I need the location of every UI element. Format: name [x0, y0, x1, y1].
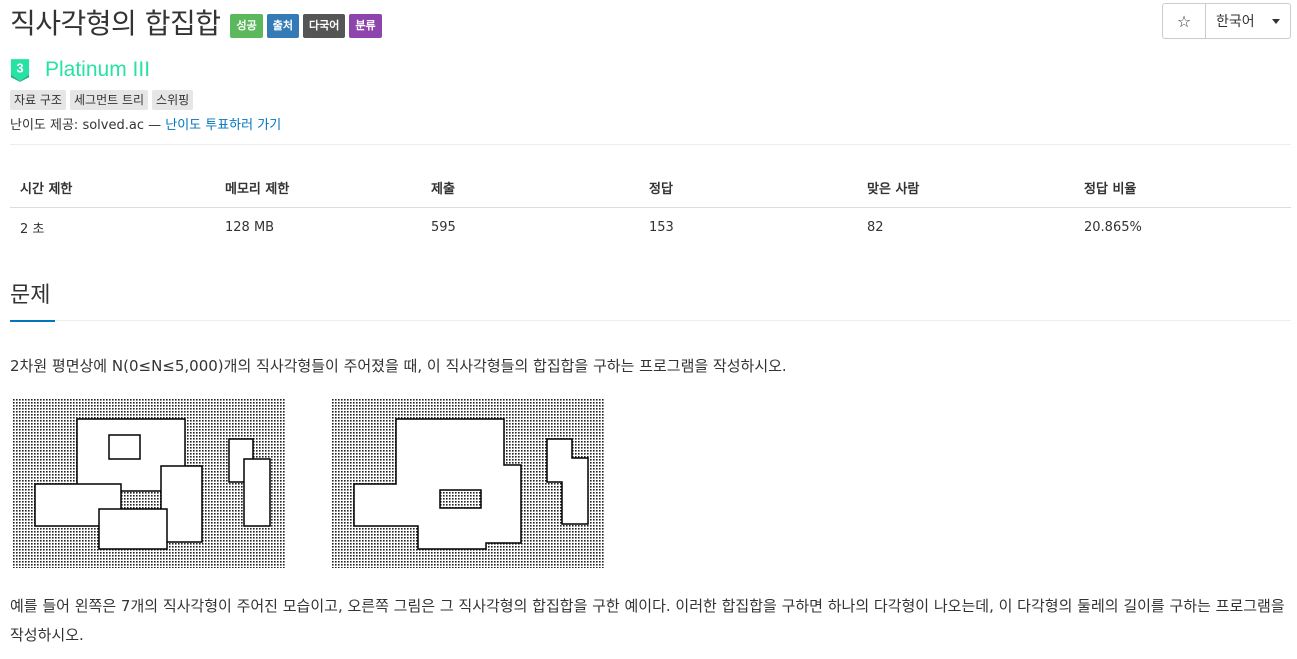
accepted-value[interactable]: 153 [639, 208, 857, 248]
section-divider [10, 320, 1291, 321]
tier-icon: 3 [10, 59, 30, 82]
header-solved-users: 맞은 사람 [857, 168, 1074, 208]
badge-success[interactable]: 성공 [230, 14, 263, 38]
badge-category[interactable]: 분류 [349, 14, 382, 38]
figure-rectangles [13, 399, 285, 568]
difficulty-provider: 난이도 제공: solved.ac — 난이도 투표하러 가기 [10, 114, 281, 133]
tag-data-structure[interactable]: 자료 구조 [10, 90, 66, 110]
badge-multilang[interactable]: 다국어 [302, 14, 346, 38]
problem-header: 직사각형의 합집합 성공 출처 다국어 분류 [10, 6, 382, 42]
section-heading: 문제 [10, 283, 51, 308]
solved-users-value[interactable]: 82 [857, 208, 1074, 248]
header-submissions: 제출 [421, 168, 639, 208]
accept-ratio-value: 20.865% [1084, 220, 1142, 236]
language-label: 한국어 [1216, 14, 1255, 30]
problem-info-table: 시간 제한 메모리 제한 제출 정답 맞은 사람 정답 비율 2 초 128 M… [10, 168, 1291, 248]
header-actions: ☆ 한국어 [1162, 3, 1291, 39]
submissions-value[interactable]: 595 [421, 208, 639, 248]
header-accepted: 정답 [639, 168, 857, 208]
divider [10, 144, 1291, 145]
vote-difficulty-link[interactable]: 난이도 투표하러 가기 [165, 118, 281, 133]
badge-source[interactable]: 출처 [266, 14, 299, 38]
star-icon: ☆ [1176, 11, 1192, 31]
tier-row: 3 Platinum III [10, 58, 150, 82]
problem-description: 2차원 평면상에 N(0≤N≤5,000)개의 직사각형들이 주어졌을 때, 이… [10, 357, 787, 375]
star-button[interactable]: ☆ [1162, 3, 1206, 39]
tag-sweeping[interactable]: 스위핑 [152, 90, 194, 110]
language-dropdown[interactable]: 한국어 [1206, 3, 1291, 39]
badge-list: 성공 출처 다국어 분류 [230, 14, 382, 38]
header-time-limit: 시간 제한 [10, 168, 215, 208]
tier-number: 3 [16, 61, 23, 76]
tier-name[interactable]: Platinum III [45, 58, 150, 82]
table-header-row: 시간 제한 메모리 제한 제출 정답 맞은 사람 정답 비율 [10, 168, 1291, 208]
tag-segment-tree[interactable]: 세그먼트 트리 [69, 90, 149, 110]
header-accept-ratio: 정답 비율 [1074, 168, 1291, 208]
table-row: 2 초 128 MB 595 153 82 20.865% [10, 208, 1291, 248]
time-limit-value: 2 초 [20, 222, 45, 238]
section-accent-line [10, 320, 55, 322]
provider-text: 난이도 제공: solved.ac — [10, 118, 166, 133]
figure-union [332, 399, 604, 568]
problem-title: 직사각형의 합집합 [10, 7, 221, 40]
memory-limit-value: 128 MB [225, 220, 275, 236]
tag-list: 자료 구조 세그먼트 트리 스위핑 [10, 90, 194, 110]
header-memory-limit: 메모리 제한 [215, 168, 421, 208]
problem-description-continued: 예를 들어 왼쪽은 7개의 직사각형이 주어진 모습이고, 오른쪽 그림은 그 … [10, 597, 1285, 644]
chevron-down-icon [1272, 18, 1280, 24]
